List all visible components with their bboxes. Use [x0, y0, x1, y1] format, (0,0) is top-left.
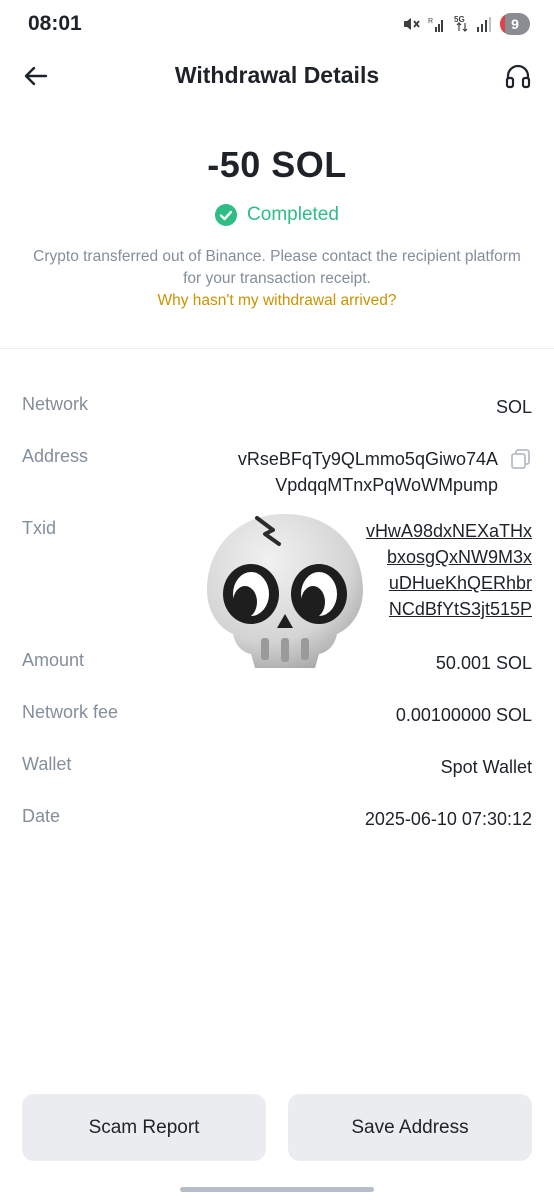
address-line-2: VpdqqMTnxPqWoWMpump	[275, 475, 498, 495]
copy-icon	[511, 449, 530, 469]
home-indicator[interactable]	[180, 1187, 374, 1192]
status-time: 08:01	[28, 12, 82, 35]
signal-icon	[477, 17, 491, 32]
amount-value: 50.001 SOL	[435, 653, 532, 673]
battery-icon: 9	[500, 13, 530, 35]
address-value[interactable]: vRseBFqTy9QLmmo5qGiwo74A VpdqqMTnxPqWoWM…	[168, 446, 498, 498]
check-circle-icon	[215, 204, 238, 226]
skull-emoji-icon	[205, 510, 365, 670]
fee-value: 0.00100000 SOL	[395, 705, 532, 725]
amount-label: Amount	[22, 650, 85, 670]
svg-text:R: R	[428, 18, 433, 25]
txid-label: Txid	[22, 518, 57, 538]
save-address-button[interactable]: Save Address	[288, 1094, 532, 1161]
status-icons: R 5G 9	[402, 13, 530, 35]
wallet-value: Spot Wallet	[440, 757, 532, 777]
divider	[0, 348, 554, 349]
date-value: 2025-06-10 07:30:12	[364, 809, 532, 829]
address-line-1: vRseBFqTy9QLmmo5qGiwo74A	[237, 449, 498, 469]
withdrawal-help-link[interactable]: Why hasn't my withdrawal arrived?	[0, 292, 554, 310]
fee-label: Network fee	[22, 702, 119, 722]
date-label: Date	[22, 806, 61, 826]
headset-icon	[505, 64, 531, 89]
network-label: Network	[22, 394, 89, 414]
signal-icon: R	[428, 18, 443, 32]
network-5g-icon: 5G	[454, 15, 468, 32]
mute-icon	[404, 18, 420, 30]
detail-row-address: Address vRseBFqTy9QLmmo5qGiwo74A VpdqqMT…	[22, 446, 532, 506]
status-bar: 08:01 R 5G 9	[0, 0, 554, 50]
status-label: Completed	[247, 204, 339, 225]
page-title: Withdrawal Details	[174, 62, 380, 88]
transfer-note: Crypto transferred out of Binance. Pleas…	[33, 248, 521, 287]
withdrawal-amount: -50 SOL	[207, 144, 347, 185]
support-button[interactable]	[502, 60, 534, 92]
status-row: Completed	[0, 204, 554, 226]
address-label: Address	[22, 446, 89, 466]
network-value: SOL	[495, 397, 532, 417]
header: Withdrawal Details	[0, 50, 554, 102]
wallet-label: Wallet	[22, 754, 72, 774]
scam-report-button[interactable]: Scam Report	[22, 1094, 266, 1161]
copy-address-button[interactable]	[510, 448, 532, 470]
